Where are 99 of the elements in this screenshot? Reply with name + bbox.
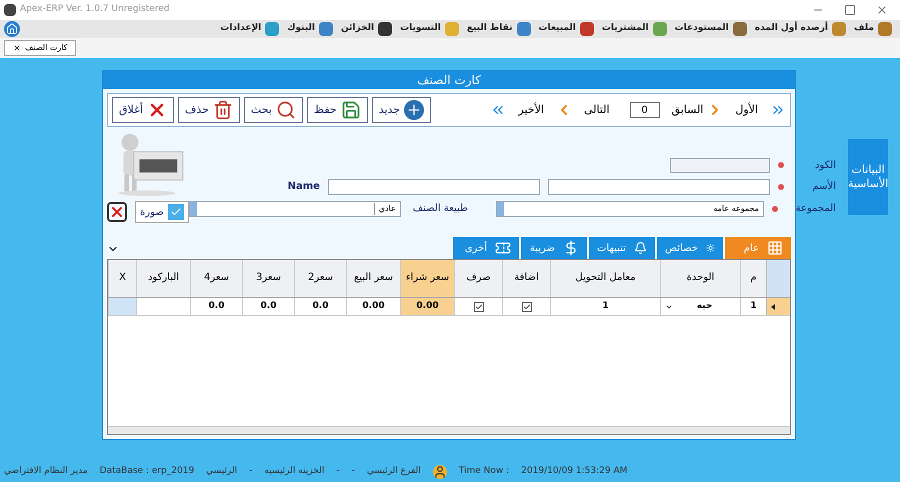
column-header: X xyxy=(108,260,136,297)
menu-item[interactable]: التسويات xyxy=(400,22,459,36)
table-cell: 1 xyxy=(550,298,660,315)
ticket-icon xyxy=(495,240,511,256)
menu-item[interactable]: نقاط البيع xyxy=(466,22,531,36)
row-header-corner xyxy=(766,260,790,297)
home-icon[interactable] xyxy=(4,21,20,37)
group-label: المجموعة xyxy=(794,202,836,216)
clear-image-button[interactable] xyxy=(107,202,127,222)
grid-checkbox[interactable] xyxy=(474,302,484,312)
toolbar-button[interactable]: جديد xyxy=(372,97,432,123)
name-label: Name xyxy=(288,180,320,194)
menu-icon xyxy=(878,22,892,36)
code-field[interactable] xyxy=(670,158,770,172)
nature-dropdown[interactable]: عادي xyxy=(188,200,401,216)
floppy-icon xyxy=(340,100,361,120)
menu-item[interactable]: المشتريات xyxy=(602,22,667,36)
column-header: م xyxy=(740,260,766,297)
toolbar-button[interactable]: حذف xyxy=(178,97,240,123)
close-icon xyxy=(13,44,21,52)
grid-icon xyxy=(767,240,783,256)
status-user: مدير النظام الافتراضي xyxy=(4,465,88,478)
menu-icon xyxy=(318,22,333,36)
menu-icon xyxy=(378,22,392,36)
previous-label[interactable]: السابق xyxy=(672,102,704,118)
status-database: DataBase : erp_2019 xyxy=(100,465,194,478)
first-label[interactable]: الأول xyxy=(735,102,758,118)
check-icon xyxy=(170,206,182,218)
table-cell: 0.00 xyxy=(400,298,454,315)
position-field[interactable]: 0 xyxy=(630,102,660,118)
group-dropdown[interactable]: مجموعه عامه xyxy=(496,200,764,216)
dropdown-value: عادي xyxy=(374,202,400,214)
menu-item[interactable]: أرصده أول المده xyxy=(754,22,846,36)
menu-item[interactable]: المستودعات xyxy=(674,22,747,36)
menu-icon xyxy=(265,22,280,36)
maximize-icon[interactable] xyxy=(844,4,856,16)
menu-item[interactable]: الإعدادات xyxy=(220,22,280,36)
status-item: الخزينه الرئيسيه xyxy=(264,465,324,478)
status-item: - xyxy=(352,465,355,478)
menu-icon xyxy=(444,22,459,36)
menu-item[interactable]: ملف xyxy=(854,22,892,36)
checkbox[interactable] xyxy=(168,204,184,220)
bell-icon xyxy=(634,240,647,256)
nature-label: طبيعة الصنف xyxy=(412,202,468,216)
toolbar-button[interactable]: أغلاق xyxy=(112,97,174,123)
trash-icon xyxy=(212,100,233,120)
status-item: - xyxy=(249,465,252,478)
menu-icon xyxy=(732,22,747,36)
status-item: - xyxy=(336,465,340,478)
menu-item[interactable]: الخزائن xyxy=(340,22,392,36)
toolbar-button[interactable]: بحث xyxy=(244,97,303,123)
status-item: الرئيسي xyxy=(206,465,238,478)
status-time-label: Time Now : xyxy=(458,465,510,478)
column-header: سعر4 xyxy=(190,260,242,297)
next-label[interactable]: التالى xyxy=(584,102,610,118)
app-logo-icon xyxy=(4,4,16,16)
status-time: 2019/10/09 1:53:29 AM xyxy=(521,465,628,478)
dialog-title: كارت الصنف xyxy=(417,72,481,89)
column-header: الباركود xyxy=(136,260,190,297)
last-label[interactable]: الأخير xyxy=(518,102,544,118)
column-header: سعر2 xyxy=(294,260,346,297)
horizontal-scrollbar[interactable] xyxy=(108,426,790,434)
column-header: معامل التحويل xyxy=(550,260,660,297)
dropdown-value: مجموعه عامه xyxy=(712,202,760,214)
table-cell[interactable]: حبه xyxy=(696,300,712,314)
column-header: الوحدة xyxy=(660,260,740,297)
column-header: سعر شراء xyxy=(400,260,454,297)
menu-icon xyxy=(516,22,531,36)
menu-icon xyxy=(832,22,846,36)
table-cell: 0.0 xyxy=(190,298,242,315)
status-item: الفرع الرئيسي xyxy=(366,465,421,478)
section-label: البيانات الأساسية xyxy=(848,139,888,215)
image-checkbox[interactable]: صورة xyxy=(135,201,189,223)
column-header: سعر البيع xyxy=(346,260,400,297)
arabic-name-label: الأسم xyxy=(811,179,836,194)
user-icon xyxy=(432,465,447,479)
menu-item[interactable]: المبيعات xyxy=(538,22,594,36)
row-selector[interactable] xyxy=(766,298,790,315)
current-row-icon xyxy=(771,304,775,310)
menu-item[interactable]: البنوك xyxy=(287,22,333,36)
column-header: سعر3 xyxy=(242,260,294,297)
table-cell: 0.00 xyxy=(346,298,400,315)
grid-checkbox[interactable] xyxy=(522,302,532,312)
menu-icon xyxy=(652,22,667,36)
table-cell: 1 xyxy=(740,298,766,315)
window-title: Apex-ERP Ver. 1.0.7 Unregistered xyxy=(20,3,170,16)
code-label: الكود xyxy=(814,158,836,172)
menu-icon xyxy=(580,22,594,36)
plus-icon xyxy=(404,100,424,120)
english-name-field[interactable] xyxy=(328,178,540,194)
arabic-name-field[interactable] xyxy=(548,178,770,194)
table-cell: 0.0 xyxy=(242,298,294,315)
table-cell: 0.0 xyxy=(294,298,346,315)
document-tab[interactable]: كارت الصنف xyxy=(4,40,76,56)
search-icon xyxy=(276,100,296,120)
close-icon[interactable] xyxy=(876,4,888,16)
checkbox-label: صورة xyxy=(140,206,164,220)
column-header: اضافة xyxy=(502,260,550,297)
toolbar-button[interactable]: حفظ xyxy=(306,97,368,123)
